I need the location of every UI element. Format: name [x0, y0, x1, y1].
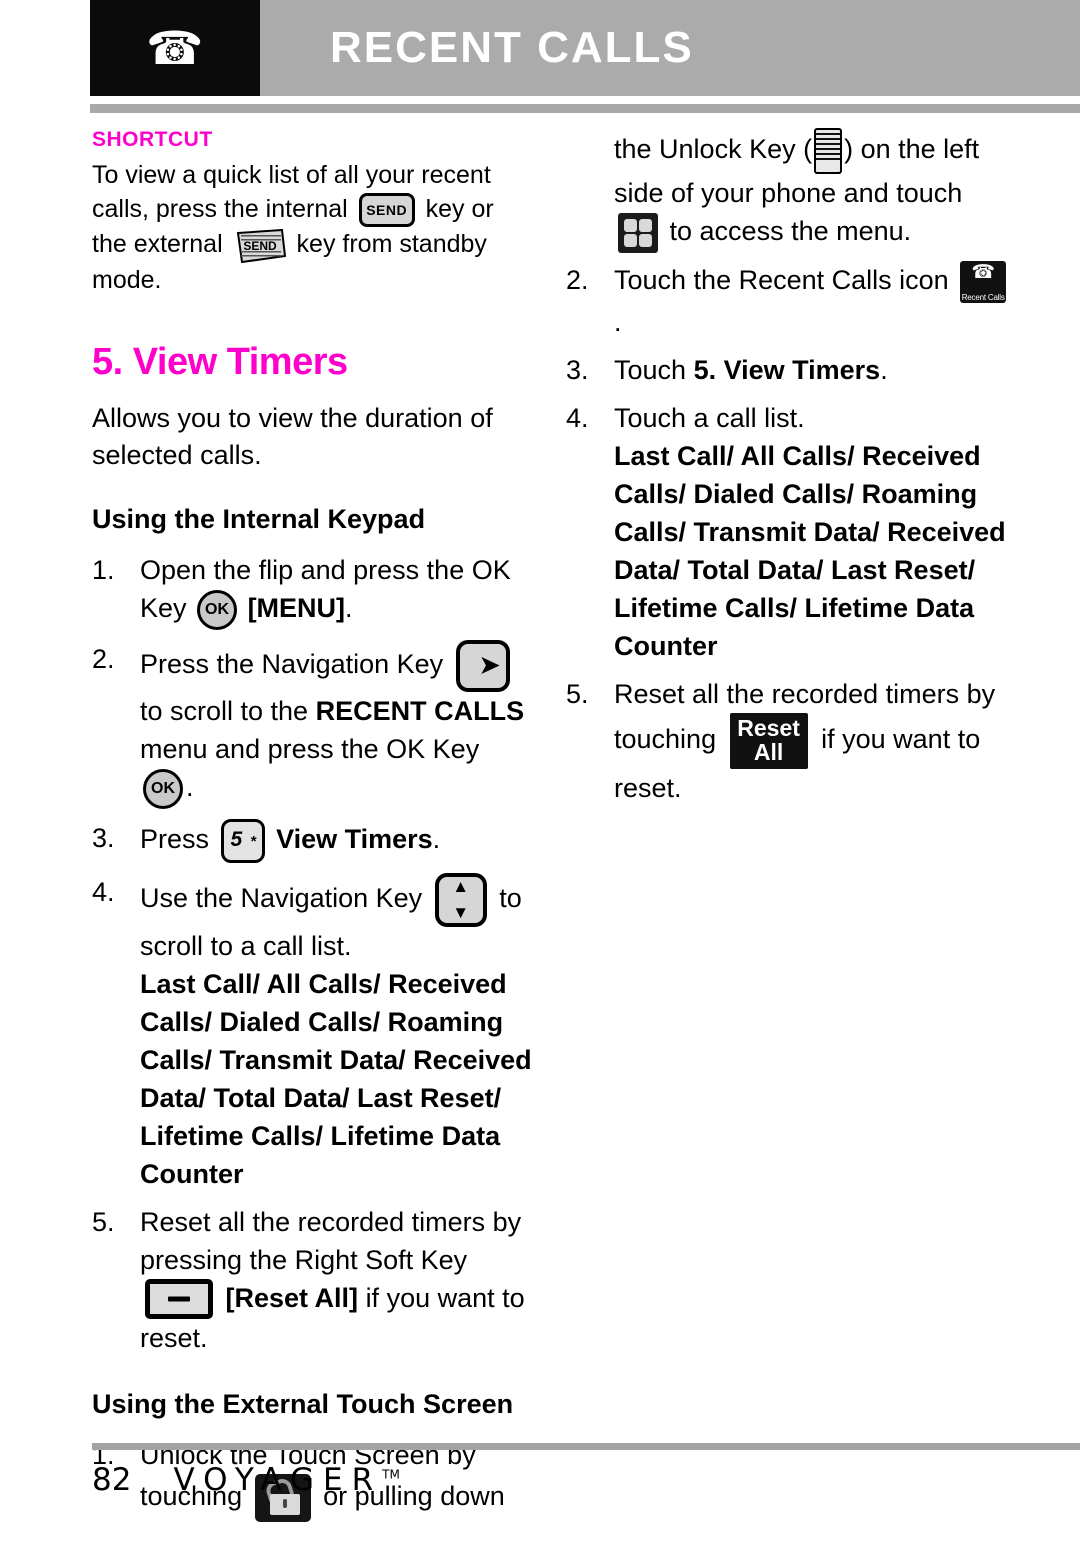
section-title: 5. View Timers [92, 340, 348, 383]
page-number: 82 [92, 1462, 132, 1498]
phone-glyph-icon: ☎ [971, 261, 996, 283]
step-number: 5. [566, 678, 589, 709]
recent-calls-tile-icon: ☎ Recent Calls [960, 260, 1007, 303]
step-text-bold: RECENT CALLS [315, 695, 525, 726]
step-item: 4. Use the Navigation Key ▲ ▼ to scroll t… [92, 872, 532, 1193]
page-footer: 82 VOYAGERTM [92, 1462, 692, 1498]
recent-calls-phone-icon: ☎ [146, 22, 204, 74]
step-item: 3. Press 5 * View Timers. [92, 818, 532, 863]
reset-all-line1: Reset [737, 714, 800, 741]
internal-keypad-steps: 1. Open the flip and press the OK Key OK… [92, 551, 532, 1358]
step-text-bold: View Timers [276, 823, 433, 854]
step-text-b: to scroll to the [140, 695, 309, 726]
chevron-up-icon: ▲ [452, 876, 470, 896]
step-item: 3. Touch 5. View Timers. [566, 351, 1016, 389]
external-touch-heading: Using the External Touch Screen [92, 1389, 514, 1420]
step-number: 2. [566, 264, 589, 295]
step-item: 4. Touch a call list. Last Call/ All Cal… [566, 399, 1016, 665]
step-text-a: Touch the Recent Calls icon [614, 265, 949, 295]
reset-all-tile-icon: Reset All [729, 712, 808, 769]
ok-key-icon: OK [143, 768, 183, 809]
step-text-b: . [880, 354, 888, 385]
recent-calls-tile-label: Recent Calls [961, 292, 1005, 302]
grid-cell [624, 233, 637, 247]
page-header: ☎ RECENT CALLS [90, 0, 1080, 96]
step-number: 3. [92, 822, 115, 853]
unlock-key-ribs [816, 133, 841, 163]
step-text-d: . [186, 771, 194, 802]
grid-cell [639, 233, 652, 247]
step-number: 4. [92, 876, 115, 907]
step-text-a: Press [140, 823, 210, 854]
key-5-icon: 5 * [220, 818, 265, 863]
step-item: 5. Reset all the recorded timers by touc… [566, 675, 1016, 807]
step-text-a: Touch [614, 354, 687, 385]
step-number: 5. [92, 1206, 115, 1237]
footer-divider [92, 1443, 1080, 1450]
trademark-symbol: TM [382, 1467, 400, 1482]
chevron-right-icon: ➤ [479, 651, 500, 679]
step-text-bold: [MENU] [247, 592, 346, 623]
send-key-external-icon: SEND [234, 228, 286, 263]
step-number: 4. [566, 402, 589, 433]
step-text-c: . [345, 592, 353, 623]
step-item: 2. Press the Navigation Key ➤ to scroll … [92, 639, 532, 809]
page-title: RECENT CALLS [330, 23, 694, 72]
step-text-b: . [432, 823, 441, 854]
step-item: 5. Reset all the recorded timers by pres… [92, 1203, 532, 1358]
step-text-a: Use the Navigation Key [140, 882, 423, 913]
send-key-internal-icon: SEND [358, 193, 415, 228]
step-text-c: menu and press the OK Key [140, 733, 480, 764]
brand-name: VOYAGERTM [173, 1462, 399, 1498]
step-text-a: Reset all the recorded timers by pressin… [140, 1206, 522, 1275]
ok-key-icon: OK [197, 589, 238, 630]
external-touch-steps-continued: 2. Touch the Recent Calls icon ☎ Recent … [566, 260, 1016, 807]
unlock-key-icon [814, 128, 843, 174]
shortcut-text: To view a quick list of all your recent … [92, 158, 532, 297]
internal-keypad-heading: Using the Internal Keypad [92, 503, 426, 534]
step-number: 1. [92, 554, 115, 585]
key-5-digit: 5 [230, 827, 243, 851]
chevron-down-icon: ▼ [452, 902, 470, 922]
step-number: 3. [566, 354, 589, 385]
continued-text-c: to access the menu. [669, 216, 912, 246]
key-5-asterisk: * [250, 832, 257, 850]
header-divider [90, 104, 1080, 113]
step-text-a: Press the Navigation Key [140, 648, 444, 679]
grid-cell [624, 218, 637, 232]
step-item: 2. Touch the Recent Calls icon ☎ Recent … [566, 260, 1016, 341]
step-item: 1. Open the flip and press the OK Key OK… [92, 551, 532, 630]
section-intro: Allows you to view the duration of selec… [92, 402, 493, 470]
header-icon-box: ☎ [90, 0, 260, 96]
step-text-a: Touch a call list. [614, 402, 805, 433]
step-text-bold: 5. View Timers [693, 354, 881, 385]
continued-text-a: the Unlock Key ( [614, 134, 813, 165]
nav-right-key-icon: ➤ [455, 639, 510, 692]
brand-text: VOYAGER [173, 1462, 383, 1498]
right-soft-key-icon [145, 1279, 213, 1320]
step-text-bold: [Reset All] [225, 1282, 359, 1313]
menu-grid-icon [618, 212, 658, 253]
left-column: SHORTCUT To view a quick list of all you… [92, 128, 532, 1532]
continued-step-text: the Unlock Key () on the left side of yo… [566, 128, 1016, 253]
soft-key-bar [168, 1296, 190, 1302]
call-list-options: Last Call/ All Calls/ Received Calls/ Di… [614, 440, 1006, 661]
svg-text:SEND: SEND [243, 239, 277, 253]
shortcut-label: SHORTCUT [92, 128, 213, 151]
grid-cell [639, 218, 652, 232]
nav-up-down-key-icon: ▲ ▼ [434, 872, 487, 927]
step-number: 2. [92, 643, 115, 674]
right-column: the Unlock Key () on the left side of yo… [566, 128, 1016, 817]
call-list-options: Last Call/ All Calls/ Received Calls/ Di… [140, 968, 532, 1189]
reset-all-line2: All [753, 738, 784, 765]
step-text-b: . [614, 306, 622, 337]
